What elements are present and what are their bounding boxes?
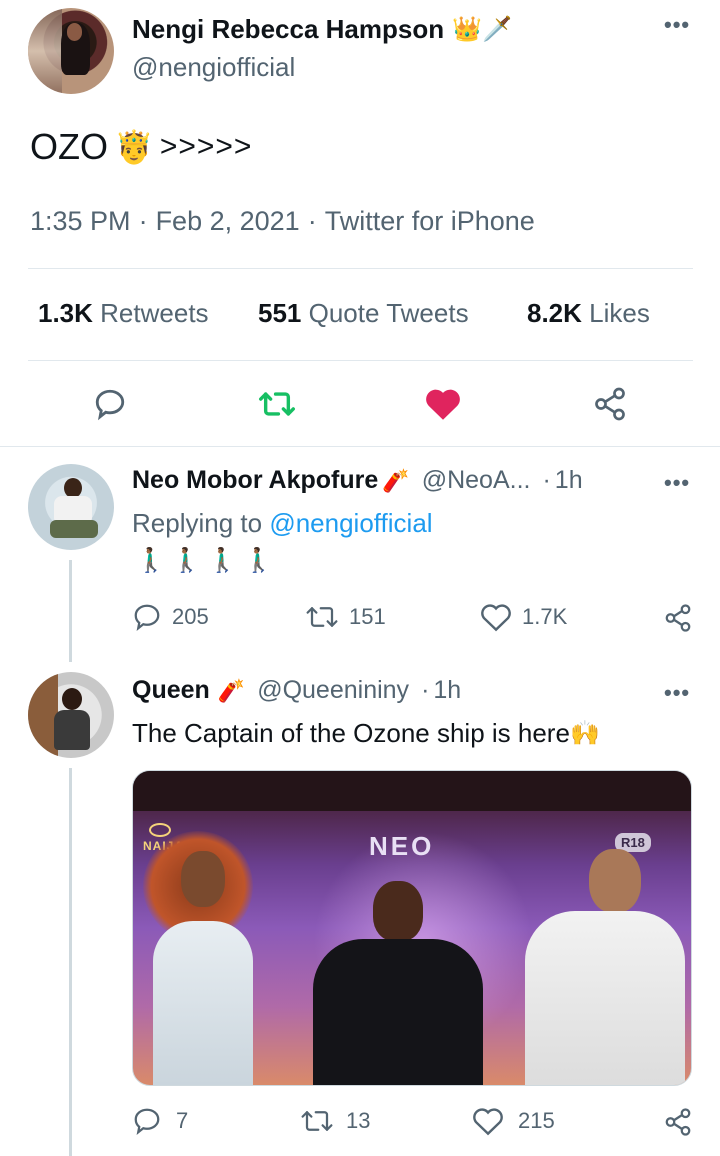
retweet-icon: [306, 607, 338, 627]
attached-photo[interactable]: NAIJA NEO R18: [132, 770, 692, 1086]
photo-name-label: NEO: [369, 831, 435, 861]
reply-author-name[interactable]: Neo Mobor Akpofure: [132, 466, 378, 495]
retweet-count: 151: [349, 604, 386, 629]
reply-text: 🚶🏾‍♂️🚶🏾‍♂️🚶🏾‍♂️🚶🏾‍♂️: [136, 547, 280, 574]
reply-count: 205: [172, 604, 209, 629]
retweet-icon: [301, 1111, 333, 1131]
retweet-icon[interactable]: [255, 382, 299, 426]
author-name[interactable]: Nengi Rebecca Hampson: [132, 14, 444, 45]
firecracker-emoji: 🧨: [382, 467, 410, 493]
reply-icon[interactable]: [88, 382, 132, 426]
thread-line: [69, 768, 72, 1156]
retweet-count-button[interactable]: 13: [300, 1106, 370, 1136]
replying-to-handle[interactable]: @nengiofficial: [269, 508, 432, 538]
reply-author-handle[interactable]: @Queenininy: [257, 676, 409, 705]
quotes-stat[interactable]: 551 Quote Tweets: [258, 298, 469, 329]
heart-icon: [473, 1108, 503, 1136]
retweet-count-button[interactable]: 151: [305, 602, 386, 632]
more-options-icon[interactable]: •••: [664, 680, 690, 706]
author-avatar[interactable]: [28, 8, 114, 94]
reply-text-main: The Captain of the Ozone ship is here: [132, 718, 570, 748]
tweet-meta: 1:35 PM · Feb 2, 2021 · Twitter for iPho…: [30, 206, 535, 237]
likes-label: Likes: [589, 298, 650, 328]
replying-to: Replying to @nengiofficial: [132, 508, 433, 539]
divider: [0, 446, 720, 447]
retweets-stat[interactable]: 1.3K Retweets: [38, 298, 209, 329]
likes-count: 8.2K: [527, 298, 582, 328]
share-icon[interactable]: [588, 382, 632, 426]
tweet-text: OZO 🤴 >>>>>: [30, 126, 252, 168]
tweet-client[interactable]: Twitter for iPhone: [325, 206, 535, 237]
share-icon[interactable]: [662, 1106, 694, 1138]
like-icon[interactable]: [421, 382, 465, 426]
firecracker-emoji: 🧨: [217, 677, 246, 703]
retweets-count: 1.3K: [38, 298, 93, 328]
prince-emoji: 🤴: [114, 129, 154, 165]
retweet-count: 13: [346, 1108, 371, 1133]
retweets-label: Retweets: [100, 298, 209, 328]
like-count-button[interactable]: 1.7K: [480, 602, 567, 632]
tweet-text-main: OZO: [30, 126, 108, 167]
divider: [28, 360, 693, 361]
author-name-row[interactable]: Nengi Rebecca Hampson 👑🗡️: [132, 14, 512, 45]
replying-to-label: Replying to: [132, 508, 263, 538]
reply-author-name[interactable]: Queen: [132, 676, 210, 705]
reply-icon: [134, 1108, 160, 1136]
reply-author-handle[interactable]: @NeoA...: [422, 466, 531, 495]
reply-avatar[interactable]: [28, 672, 114, 758]
reply-count-button[interactable]: 205: [132, 602, 209, 632]
reply-icon: [134, 604, 160, 632]
tweet-text-suffix: >>>>>: [159, 130, 253, 163]
name-emoji: 👑🗡️: [452, 16, 512, 43]
quotes-label: Quote Tweets: [308, 298, 469, 328]
tweet-date[interactable]: Feb 2, 2021: [156, 206, 300, 237]
thread-line: [69, 560, 72, 662]
reply-header: Neo Mobor Akpofure 🧨 @NeoA... · 1h: [132, 466, 583, 495]
tweet-time[interactable]: 1:35 PM: [30, 206, 131, 237]
like-count-button[interactable]: 215: [472, 1106, 555, 1136]
reply-count-button[interactable]: 7: [132, 1106, 188, 1136]
reply-header: Queen 🧨 @Queenininy · 1h: [132, 676, 462, 705]
likes-stat[interactable]: 8.2K Likes: [527, 298, 650, 329]
more-options-icon[interactable]: •••: [664, 470, 690, 496]
raised-hands-emoji: 🙌: [569, 720, 600, 747]
heart-icon: [481, 604, 511, 632]
like-count: 215: [518, 1108, 555, 1133]
reply-age[interactable]: 1h: [555, 466, 583, 495]
reply-avatar[interactable]: [28, 464, 114, 550]
divider: [28, 268, 693, 269]
more-options-icon[interactable]: •••: [664, 12, 690, 38]
quotes-count: 551: [258, 298, 302, 328]
share-icon[interactable]: [662, 602, 694, 634]
author-handle[interactable]: @nengiofficial: [132, 52, 295, 83]
like-count: 1.7K: [522, 604, 568, 629]
reply-age[interactable]: 1h: [433, 676, 461, 705]
reply-count: 7: [176, 1108, 189, 1133]
reply-text: The Captain of the Ozone ship is here 🙌: [132, 718, 600, 749]
